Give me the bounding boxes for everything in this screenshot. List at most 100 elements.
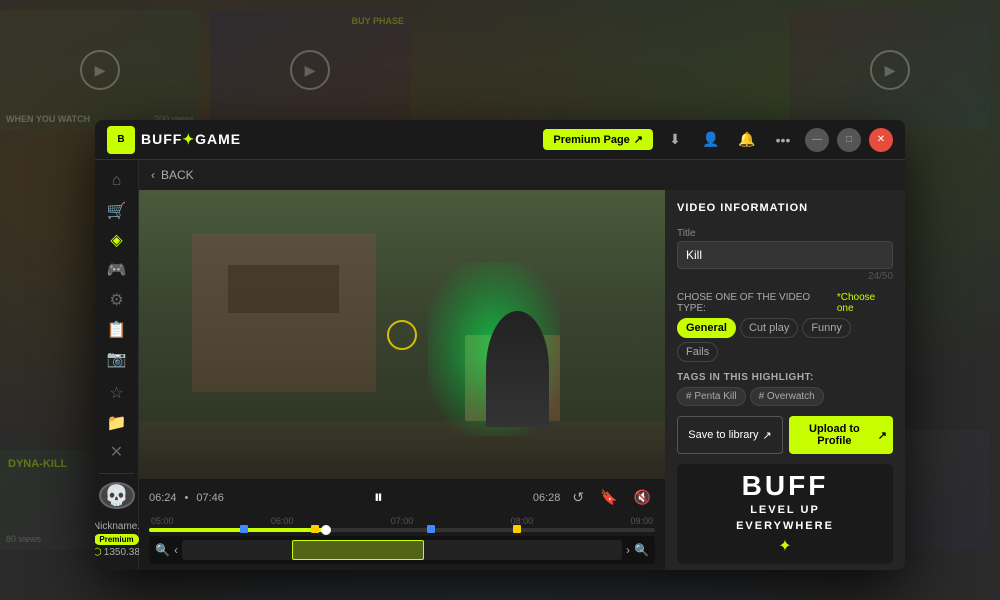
timeline-thumb[interactable] [321,525,331,535]
app-body: ⌂ 🛒 ◈ 🎮 ⚙ 📋 📷 ☆ 📁 ✕ 💀 Nickname. Premium … [95,160,905,570]
sidebar-item-close[interactable]: ✕ [99,440,135,466]
timeline-wrapper[interactable]: 05:00 06:00 07:00 08:00 09:00 [149,516,655,532]
right-panel: VIDEO INFORMATION Title 24/50 CHOSE ONE … [665,190,905,570]
type-tag-fails[interactable]: Fails [677,342,718,362]
time-current: 06:28 [533,492,561,504]
hud-crosshair [387,320,417,350]
content-area: 06:24 • 07:46 ⏸ 06 [139,190,905,570]
type-tag-cutplay[interactable]: Cut play [740,318,798,338]
user-badge: Premium [95,534,139,545]
bg-thumb-3: ▶ [790,10,990,130]
coin-icon: ⬡ [95,547,102,558]
user-button[interactable]: 👤 [697,126,725,154]
volume-button[interactable]: 🔇 [630,487,655,508]
logo-text: BUFF✦GAME [141,131,241,148]
buff-promo: BUFF LEVEL UP EVERYWHERE ✦ [677,464,893,564]
tag-overwatch: # Overwatch [750,387,824,406]
bg-thumb-1: ▶ WHEN YOU WATCH 200 views [0,10,200,130]
bookmark-button[interactable]: 🔖 [596,487,621,508]
sidebar-item-tasks[interactable]: 📋 [99,317,135,343]
app-logo: B BUFF✦GAME [107,126,241,154]
bg-label-2: BUY PHASE [352,16,404,26]
video-panel: 06:24 • 07:46 ⏸ 06 [139,190,665,570]
title-bar: B BUFF✦GAME Premium Page ↗ ⬇ 👤 🔔 ••• — □… [95,120,905,160]
upload-arrow-icon: ↗ [878,429,887,442]
highlight-tags: # Penta Kill # Overwatch [677,387,893,406]
type-tag-general[interactable]: General [677,318,736,338]
controls-top: 06:24 • 07:46 ⏸ 06 [149,485,655,510]
notifications-button[interactable]: 🔔 [733,126,761,154]
video-info-title: VIDEO INFORMATION [677,202,893,214]
time-start: 06:24 [149,492,177,504]
timeline-bar[interactable] [149,528,655,532]
tags-section: TAGS IN THIS HIGHLIGHT: # Penta Kill # O… [677,372,893,406]
buff-promo-icon: ✦ [778,536,791,556]
scene-building [192,233,376,392]
title-bar-actions: Premium Page ↗ ⬇ 👤 🔔 ••• — □ ✕ [543,126,893,154]
tags-label: TAGS IN THIS HIGHLIGHT: [677,372,893,383]
main-content: ‹ BACK [139,160,905,570]
save-to-library-button[interactable]: Save to library ↗ [677,416,783,454]
app-window: B BUFF✦GAME Premium Page ↗ ⬇ 👤 🔔 ••• — □… [95,120,905,570]
timeline-progress [149,528,326,532]
time-sep: • [185,492,189,504]
back-navigation[interactable]: ‹ BACK [139,160,905,190]
bg-label-4: DYNA-KILL [8,458,67,470]
title-input-group: Title 24/50 [677,228,893,282]
type-tags: General Cut play Funny Fails [677,318,893,362]
clip-range-active [292,540,424,560]
video-type-label: CHOSE ONE OF THE VIDEO TYPE: *Choose one [677,292,893,314]
tl-label-4: 09:00 [630,516,653,526]
back-arrow-icon: ‹ [151,168,155,182]
sidebar-item-highlights[interactable]: ◈ [99,227,135,253]
premium-page-button[interactable]: Premium Page ↗ [543,129,653,150]
sidebar-item-settings[interactable]: ⚙ [99,287,135,313]
upload-to-profile-button[interactable]: Upload to Profile ↗ [789,416,893,454]
marker-blue-2 [427,525,435,533]
scene-character [486,311,549,427]
sidebar-item-home[interactable]: ⌂ [99,168,135,194]
save-arrow-icon: ↗ [763,429,772,442]
sidebar-item-games[interactable]: 🎮 [99,257,135,283]
logo-icon: B [107,126,135,154]
scene-ground [139,421,665,479]
video-container [139,190,665,479]
tl-label-2: 07:00 [391,516,414,526]
buff-big-text: BUFF [742,472,829,500]
user-avatar[interactable]: 💀 [99,482,135,509]
sidebar-item-camera[interactable]: 📷 [99,346,135,372]
char-count: 24/50 [677,271,893,282]
clip-range-wrapper: 🔍 ‹ › 🔍 [149,536,655,564]
clip-range-bar[interactable] [182,540,622,560]
zoom-in-button[interactable]: 🔍 [634,543,649,557]
buff-sub-line1: LEVEL UP [750,504,820,516]
close-button[interactable]: ✕ [869,128,893,152]
title-label: Title [677,228,893,239]
zoom-out-button[interactable]: 🔍 [155,543,170,557]
bg-views-4: 80 views [6,534,41,544]
tag-penta-kill: # Penta Kill [677,387,746,406]
type-tag-funny[interactable]: Funny [802,318,851,338]
play-pause-button[interactable]: ⏸ [370,485,387,510]
sidebar-item-favorites[interactable]: ☆ [99,380,135,406]
more-button[interactable]: ••• [769,126,797,154]
download-button[interactable]: ⬇ [661,126,689,154]
marker-blue-1 [240,525,248,533]
tl-label-1: 06:00 [271,516,294,526]
video-frame [139,190,665,479]
title-input[interactable] [677,241,893,269]
clip-left-arrow[interactable]: ‹ [174,543,178,557]
marker-yellow-2 [513,525,521,533]
clip-right-arrow[interactable]: › [626,543,630,557]
bg-thumb-2: ▶ BUY PHASE [210,10,410,130]
marker-yellow-1 [311,525,319,533]
username: Nickname. [95,521,140,532]
maximize-button[interactable]: □ [837,128,861,152]
back-label: BACK [161,168,194,182]
video-controls: 06:24 • 07:46 ⏸ 06 [139,479,665,570]
minimize-button[interactable]: — [805,128,829,152]
user-coins: ⬡ 1350.38 [95,547,140,558]
loop-button[interactable]: ↺ [568,487,588,508]
sidebar-item-shop[interactable]: 🛒 [99,198,135,224]
sidebar-item-folder[interactable]: 📁 [99,410,135,436]
